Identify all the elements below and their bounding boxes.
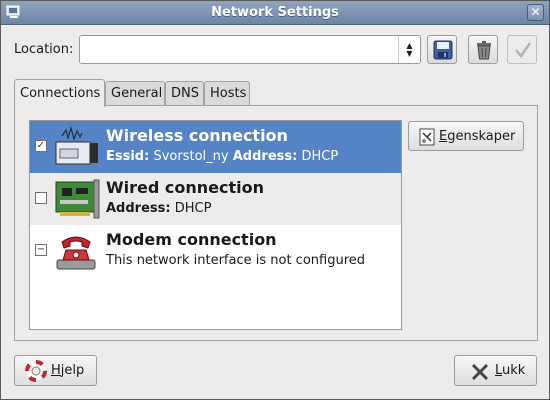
tab-dns[interactable]: DNS bbox=[165, 81, 204, 106]
help-label: Hjelp bbox=[51, 363, 85, 378]
close-button[interactable]: Lukk bbox=[454, 355, 537, 386]
apply-location-button[interactable] bbox=[507, 35, 537, 64]
list-item-wired[interactable]: Wired connection Address: DHCP bbox=[30, 173, 401, 225]
help-lifebuoy-icon bbox=[25, 360, 47, 382]
list-item-wireless[interactable]: ✓ Wireless connection Essid: Svorstol_ny… bbox=[30, 121, 401, 173]
window-title: Network Settings bbox=[211, 5, 339, 20]
close-label: Lukk bbox=[495, 363, 526, 378]
telephone-modem-icon bbox=[56, 236, 96, 270]
trash-icon bbox=[477, 41, 491, 60]
wired-name: Wired connection bbox=[106, 178, 265, 197]
title-bar[interactable]: Network Settings ✕ bbox=[1, 1, 549, 25]
wireless-detail: Essid: Svorstol_ny Address: DHCP bbox=[106, 149, 339, 164]
tab-hosts[interactable]: Hosts bbox=[204, 81, 250, 106]
close-window-button[interactable]: ✕ bbox=[527, 4, 544, 21]
save-location-button[interactable] bbox=[427, 35, 457, 64]
modem-name: Modem connection bbox=[106, 230, 277, 249]
modem-enabled-checkbox[interactable]: − bbox=[35, 244, 47, 256]
help-button[interactable]: Hjelp bbox=[14, 355, 97, 386]
location-combo[interactable]: ▲ ▼ bbox=[79, 35, 421, 64]
wireless-enabled-checkbox[interactable]: ✓ bbox=[35, 140, 47, 152]
checkmark-icon bbox=[515, 42, 532, 59]
wireless-card-icon bbox=[55, 125, 98, 165]
spin-arrows-icon[interactable]: ▲ ▼ bbox=[398, 36, 420, 63]
properties-button[interactable]: Egenskaper bbox=[408, 121, 524, 151]
close-x-icon bbox=[471, 363, 489, 381]
properties-icon bbox=[419, 128, 435, 146]
save-icon bbox=[433, 40, 453, 60]
tab-connections[interactable]: Connections bbox=[14, 79, 105, 107]
list-item-modem[interactable]: − Modem connection This network interfac… bbox=[30, 225, 401, 277]
wired-detail: Address: DHCP bbox=[106, 201, 212, 216]
connections-panel: ✓ Wireless connection Essid: Svorstol_ny… bbox=[14, 105, 538, 341]
connections-list[interactable]: ✓ Wireless connection Essid: Svorstol_ny… bbox=[29, 120, 402, 330]
ethernet-card-icon bbox=[55, 179, 100, 219]
tab-general[interactable]: General bbox=[105, 81, 165, 106]
properties-label: Egenskaper bbox=[439, 129, 516, 144]
modem-detail: This network interface is not configured bbox=[106, 253, 366, 268]
network-settings-window: Network Settings ✕ Location: ▲ ▼ Connecti… bbox=[0, 0, 550, 400]
close-icon: ✕ bbox=[530, 5, 541, 19]
wireless-name: Wireless connection bbox=[106, 126, 288, 145]
wired-enabled-checkbox[interactable] bbox=[35, 192, 47, 204]
location-label: Location: bbox=[14, 42, 74, 57]
delete-location-button[interactable] bbox=[468, 35, 498, 64]
